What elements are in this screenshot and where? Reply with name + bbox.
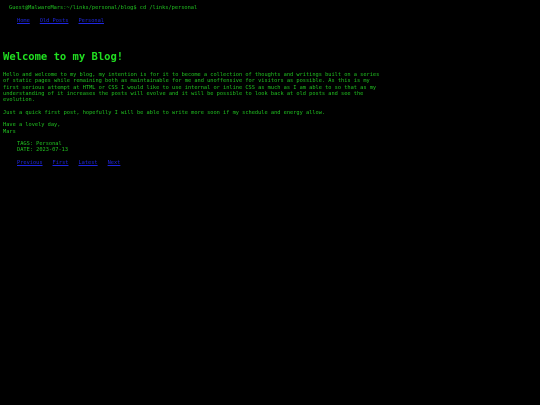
- nav-link-previous[interactable]: Previous: [17, 160, 43, 166]
- nav-link-first[interactable]: First: [53, 160, 69, 166]
- top-navigation: Home Old Posts Personal: [17, 18, 114, 24]
- nav-link-old-posts[interactable]: Old Posts: [40, 18, 69, 24]
- nav-link-personal[interactable]: Personal: [78, 18, 104, 24]
- nav-link-next[interactable]: Next: [108, 160, 121, 166]
- post-title: Welcome to my Blog!: [3, 51, 124, 64]
- nav-link-latest[interactable]: Latest: [78, 160, 97, 166]
- post-paragraph-quick-note: Just a quick first post, hopefully I wil…: [3, 109, 326, 116]
- post-paragraph-intro: Hello and welcome to my blog, my intenti…: [3, 72, 383, 104]
- terminal-prompt: Guest@MalwareMars:~/links/personal/blog$…: [9, 5, 198, 11]
- post-body: Hello and welcome to my blog, my intenti…: [3, 72, 383, 141]
- nav-link-home[interactable]: Home: [17, 18, 30, 24]
- post-date: DATE: 2023-07-13: [17, 147, 69, 154]
- post-meta: TAGS: Personal DATE: 2023-07-13: [17, 141, 68, 154]
- post-signoff: Have a lovely day, Mars: [3, 122, 61, 135]
- post-navigation: Previous First Latest Next: [17, 160, 130, 166]
